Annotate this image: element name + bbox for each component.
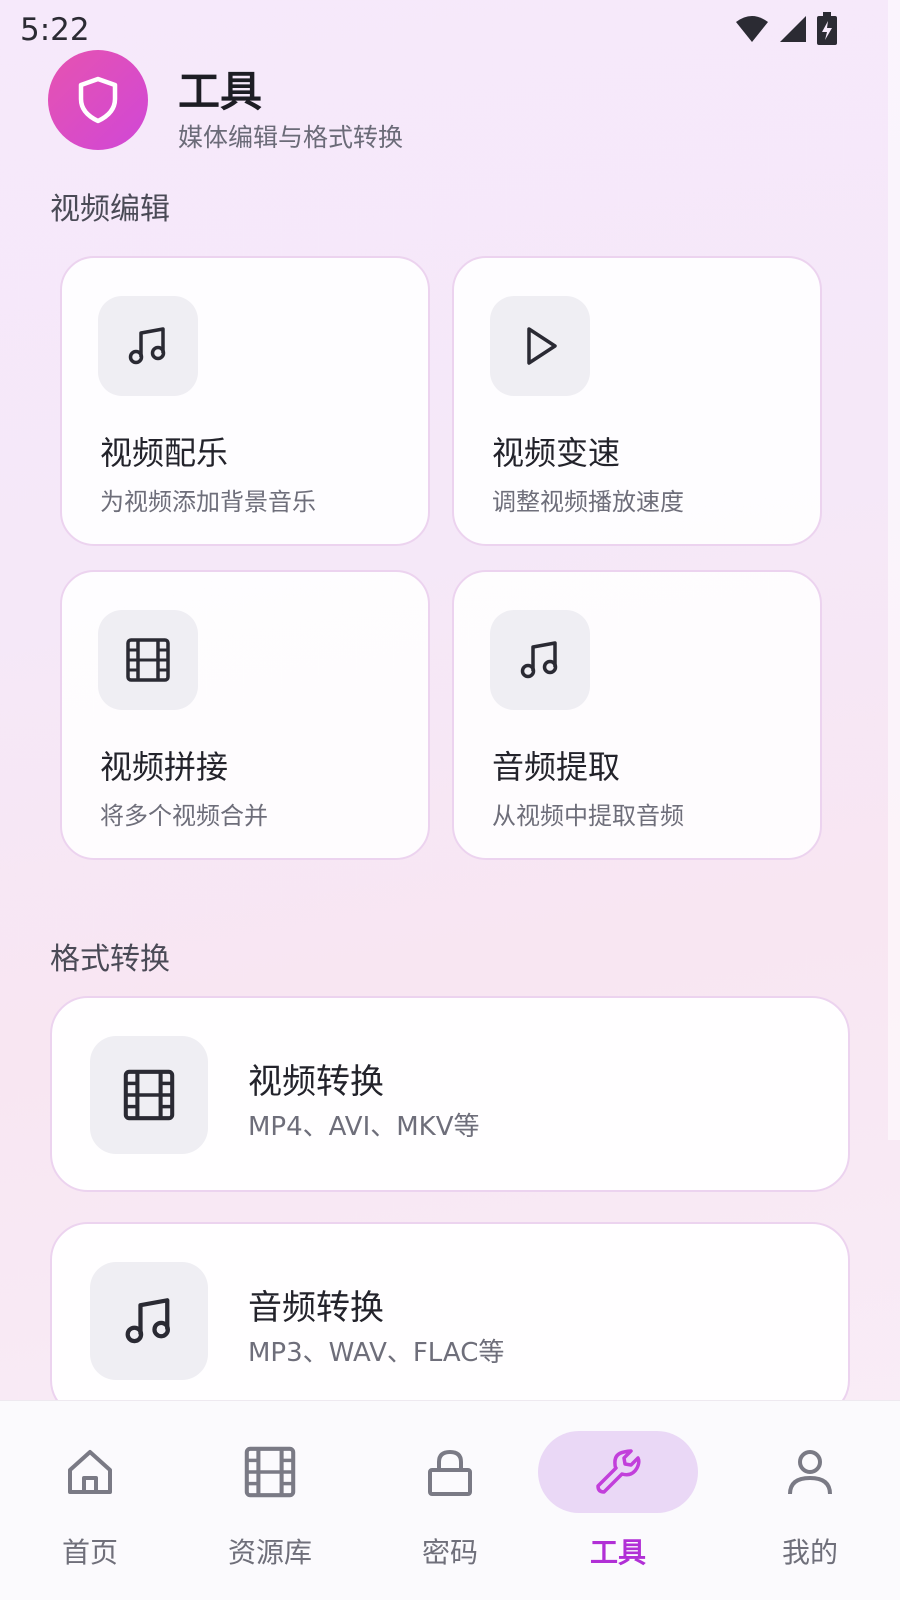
nav-item-password[interactable]: 密码 [360,1401,540,1600]
card-title: 视频配乐 [100,434,229,472]
page-subtitle: 媒体编辑与格式转换 [178,123,404,152]
nav-item-profile[interactable]: 我的 [720,1401,900,1600]
signal-icon [780,16,806,42]
tool-card-video-convert[interactable]: 视频转换 MP4、AVI、MKV等 [50,996,850,1192]
card-desc: 为视频添加背景音乐 [100,488,316,516]
nav-item-tools[interactable]: 工具 [528,1401,708,1600]
card-desc: MP3、WAV、FLAC等 [248,1338,505,1368]
page-header: 工具 媒体编辑与格式转换 [48,50,848,160]
music-icon [125,1298,170,1344]
icon-box [490,296,590,396]
card-title: 视频拼接 [100,748,229,786]
card-desc: MP4、AVI、MKV等 [248,1112,480,1142]
app-logo [48,50,148,150]
nav-item-library[interactable]: 资源库 [180,1401,360,1600]
card-title: 视频变速 [492,434,621,472]
tool-card-video-concat[interactable]: 视频拼接 将多个视频合并 [60,570,430,860]
film-icon [126,638,170,682]
music-icon [520,641,558,679]
user-icon [788,1450,832,1495]
card-title: 音频提取 [492,748,621,786]
status-time: 5:22 [20,12,90,48]
nav-label: 首页 [61,1536,118,1569]
nav-icon-wrap [370,1431,530,1513]
icon-box [98,296,198,396]
nav-label: 资源库 [227,1536,312,1569]
battery-icon [817,12,837,45]
icon-box [90,1036,208,1154]
scroll-indicator [888,0,900,1140]
card-title: 视频转换 [248,1062,384,1102]
wrench-icon [596,1449,641,1494]
nav-icon-wrap [190,1431,350,1513]
tool-card-audio-convert[interactable]: 音频转换 MP3、WAV、FLAC等 [50,1222,850,1418]
nav-icon-wrap [730,1431,890,1513]
music-icon [128,327,166,365]
section-title-video-edit: 视频编辑 [50,192,170,227]
wifi-icon [736,16,768,42]
nav-icon-wrap [538,1431,698,1513]
bottom-nav: 首页 资源库 密码 工具 我的 [0,1400,900,1600]
nav-label: 我的 [781,1536,838,1569]
home-icon [68,1450,112,1494]
card-desc: 从视频中提取音频 [492,802,684,830]
tool-card-audio-extract[interactable]: 音频提取 从视频中提取音频 [452,570,822,860]
nav-item-home[interactable]: 首页 [0,1401,180,1600]
lock-icon [428,1449,472,1496]
card-desc: 将多个视频合并 [100,802,268,830]
icon-box [98,610,198,710]
tool-card-video-music[interactable]: 视频配乐 为视频添加背景音乐 [60,256,430,546]
film-icon [244,1446,296,1498]
nav-label: 密码 [421,1536,478,1569]
card-title: 音频转换 [248,1288,384,1328]
tool-card-video-speed[interactable]: 视频变速 调整视频播放速度 [452,256,822,546]
play-icon [527,327,557,365]
nav-icon-wrap [10,1431,170,1513]
icon-box [490,610,590,710]
film-icon [123,1069,175,1121]
section-title-format-convert: 格式转换 [50,942,170,977]
nav-label: 工具 [589,1536,646,1569]
page-title: 工具 [178,67,263,116]
shield-icon [78,76,118,124]
status-icons [734,12,838,46]
icon-box [90,1262,208,1380]
card-desc: 调整视频播放速度 [492,488,684,516]
